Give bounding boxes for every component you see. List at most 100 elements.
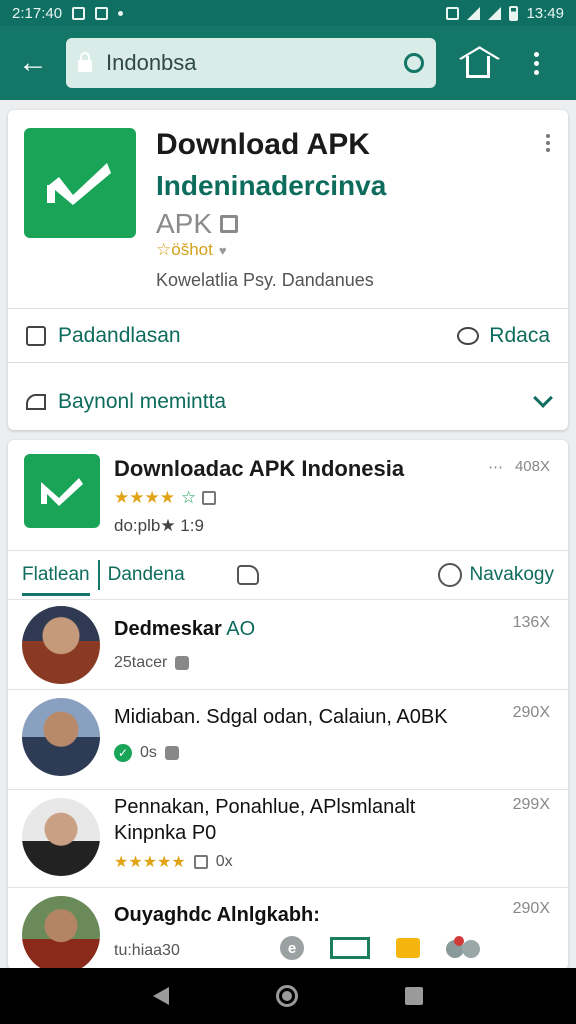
- comment-count: 290X: [512, 704, 550, 721]
- post-count: ⋯ 408X: [488, 458, 550, 476]
- commenter-name-line2: Kinpnka P0: [114, 822, 217, 844]
- post-meta: do:plb★ 1:9: [114, 516, 204, 535]
- wifi-icon: [467, 6, 481, 20]
- divider: [8, 308, 568, 309]
- reply-action[interactable]: Rdaca: [457, 324, 550, 348]
- tab-bar: Flatlean Dandena Navakogy: [8, 550, 568, 600]
- list-item[interactable]: Pennakan, Ponahlue, APlsmlanalt Kinpnka …: [8, 790, 568, 888]
- message-icon: [95, 6, 109, 20]
- post-count-value: 408X: [514, 458, 550, 475]
- post-rating: ★★★★ ☆: [114, 488, 217, 508]
- expand-row[interactable]: Baynonl memintta: [8, 376, 568, 428]
- comment-count: 290X: [512, 900, 550, 917]
- comment-icon: [26, 326, 46, 346]
- refresh-icon[interactable]: [404, 53, 424, 73]
- chevron-down-icon[interactable]: [533, 388, 553, 408]
- tab-separator: [97, 560, 100, 590]
- back-arrow-icon[interactable]: ←: [0, 26, 66, 100]
- system-nav-bar: [0, 968, 576, 1024]
- expand-link[interactable]: Baynonl memintta: [26, 390, 226, 414]
- like-icon[interactable]: [236, 565, 259, 585]
- commenter-name-line1: Pennakan, Ponahlue, APlsmlanalt: [114, 796, 416, 818]
- verified-check-icon: ✓: [114, 744, 132, 762]
- stats-icon[interactable]: [330, 937, 370, 959]
- heart-icon: ♥: [218, 242, 227, 258]
- green-star-icon: ☆: [180, 488, 197, 507]
- url-text: Indonbsa: [106, 50, 197, 75]
- commenter-name: Ouyaghdc Alnlgkabh:: [114, 904, 320, 926]
- apk-text: APK: [156, 208, 213, 239]
- url-bar[interactable]: Indonbsa: [66, 38, 436, 88]
- chat-bubble-icon: [457, 327, 480, 345]
- tab-navakogy[interactable]: Navakogy: [437, 563, 555, 587]
- tab-navakogy-label: Navakogy: [469, 564, 555, 585]
- status-clock: 13:49: [526, 4, 564, 22]
- nav-back-icon[interactable]: [153, 987, 170, 1005]
- expand-label: Baynonl memintta: [58, 390, 227, 413]
- gallery-icon: [193, 855, 208, 869]
- download-action[interactable]: Padandlasan: [26, 324, 181, 348]
- overflow-menu-icon[interactable]: [516, 51, 556, 75]
- rating-text: ☆öšhot: [156, 240, 213, 259]
- rating-stars: ★★★★★: [114, 854, 186, 871]
- tab-dandena[interactable]: Dandena: [108, 564, 185, 586]
- dot-icon: [118, 10, 124, 16]
- comment-meta: 25tacer: [114, 654, 190, 672]
- app-info-card: Download APK Indeninadercinva APK ☆öšhot…: [8, 110, 568, 430]
- tab-flatlean[interactable]: Flatlean: [22, 552, 90, 598]
- history-icon: [437, 563, 462, 587]
- nav-recents-icon[interactable]: [404, 987, 423, 1005]
- app-subtitle: Indeninadercinva: [156, 170, 387, 201]
- commenter-name-accent: AO: [226, 618, 256, 640]
- comments-card: Downloadac APK Indonesia ★★★★ ☆ do:plb★ …: [8, 440, 568, 970]
- commenter-name: Pennakan, Ponahlue, APlsmlanalt Kinpnka …: [114, 794, 415, 846]
- battery-icon: [509, 5, 519, 21]
- rating-row: ☆öšhot ♥: [156, 240, 227, 260]
- home-icon: [466, 56, 490, 78]
- list-item[interactable]: Midiaban. Sdgal odan, Calaiun, A0BK 290X…: [8, 690, 568, 790]
- more-dots-icon[interactable]: ⋯: [488, 458, 503, 476]
- status-time: 2:17:40: [12, 4, 63, 22]
- home-button[interactable]: [448, 48, 508, 78]
- reply-action-label: Rdaca: [489, 324, 550, 347]
- nav-home-icon[interactable]: [275, 985, 298, 1007]
- commenter-name: Midiaban. Sdgal odan, Calaiun, A0BK: [114, 706, 448, 728]
- comment-meta-text: 25tacer: [114, 654, 168, 671]
- vibrate-icon: [446, 6, 460, 20]
- share-dock: e: [268, 928, 568, 968]
- app-title: Download APK: [156, 128, 370, 161]
- notification-icon: [72, 6, 86, 20]
- reaction-icon: [164, 746, 179, 760]
- chat-icon[interactable]: [446, 936, 480, 960]
- app-bar: ← Indonbsa: [0, 26, 576, 100]
- folder-icon[interactable]: [396, 938, 420, 958]
- comment-meta: tu:hiaa30: [114, 942, 180, 959]
- list-item[interactable]: Dedmeskar AO 136X 25tacer: [8, 600, 568, 690]
- comment-count: 299X: [512, 796, 550, 813]
- avatar: [22, 798, 100, 876]
- lock-icon: [78, 51, 92, 72]
- reaction-icon: [175, 656, 190, 670]
- action-row: Padandlasan Rdaca: [8, 310, 568, 362]
- comment-meta-text: 0x: [215, 853, 233, 870]
- apk-label: APK: [156, 208, 239, 240]
- status-bar: 2:17:40 13:49: [0, 0, 576, 26]
- signal-icon: [488, 6, 502, 20]
- card-menu-icon[interactable]: [546, 134, 550, 152]
- avatar: [22, 606, 100, 684]
- comment-meta: ✓ 0s: [114, 744, 179, 762]
- app-logo-small: [24, 454, 100, 528]
- comment-meta: ★★★★★ 0x: [114, 852, 233, 872]
- rating-stars: ★★★★: [114, 488, 175, 507]
- apk-badge-icon: [220, 215, 239, 233]
- developer-meta: Kowelatlia Psy. Dandanues: [156, 270, 374, 290]
- download-action-label: Padandlasan: [58, 324, 181, 347]
- avatar: [22, 698, 100, 776]
- avatar: [22, 896, 100, 970]
- commenter-name-text: Dedmeskar: [114, 618, 222, 640]
- divider: [8, 362, 568, 363]
- commenter-name: Dedmeskar AO: [114, 616, 255, 642]
- edge-icon[interactable]: e: [280, 936, 304, 960]
- post-title: Downloadac APK Indonesia: [114, 456, 405, 481]
- comment-count: 136X: [512, 614, 550, 631]
